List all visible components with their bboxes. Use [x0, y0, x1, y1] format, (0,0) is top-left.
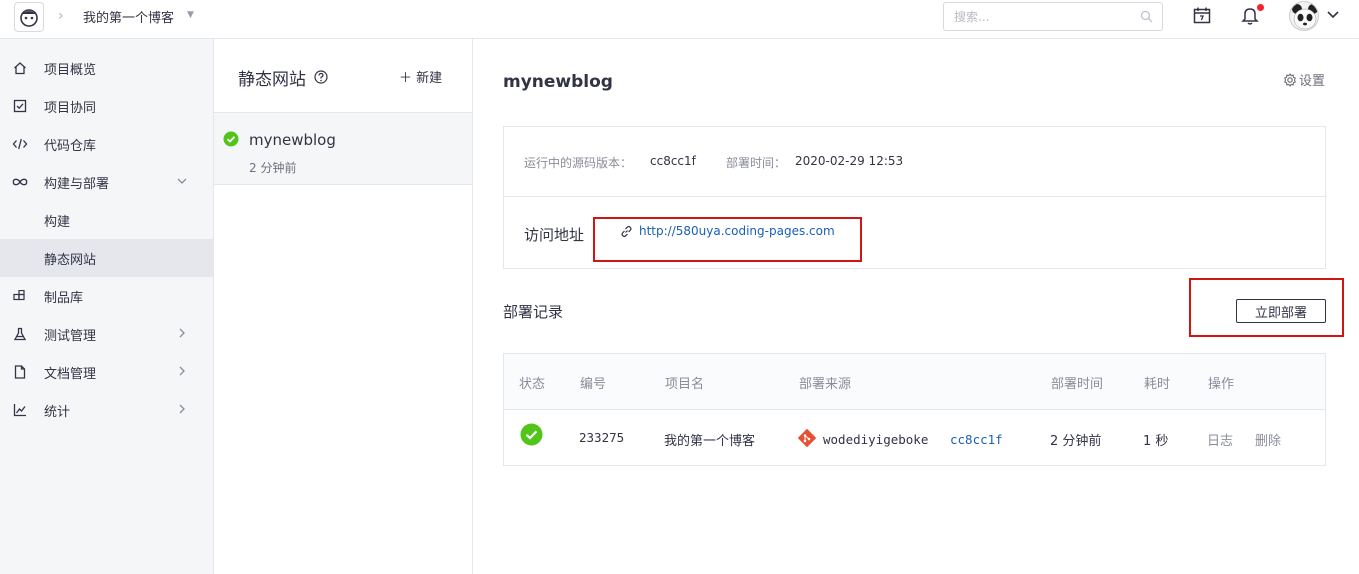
col-source: 部署来源 [799, 377, 852, 392]
deploy-records-table: 状态 编号 项目名 部署来源 部署时间 耗时 操作 233275 我的第一个博客… [503, 353, 1326, 466]
logo-icon [20, 9, 38, 27]
infinity-icon [12, 174, 28, 190]
source-version-label: 运行中的源码版本： [524, 156, 633, 170]
chart-icon [12, 402, 28, 418]
sidebar-item-label: 静态网站 [44, 253, 97, 268]
sidebar-item-label: 项目概览 [44, 63, 97, 78]
source-version-value: cc8cc1f [650, 154, 696, 168]
notification-dot [1257, 4, 1264, 11]
site-detail: mynewblog 设置 运行中的源码版本： cc8cc1f 部署时间： 202… [473, 39, 1359, 574]
deploy-relative-time: 2 分钟前 [1050, 434, 1102, 449]
sidebar-item-label: 构建与部署 [44, 177, 110, 192]
source-repo: wodediyigeboke [823, 432, 929, 447]
chevron-right-icon [179, 328, 185, 338]
view-log-link[interactable]: 日志 [1207, 430, 1233, 449]
col-id: 编号 [580, 377, 607, 392]
sidebar-item-label: 构建 [44, 215, 71, 230]
sidebar-item-label: 测试管理 [44, 329, 97, 344]
search-input[interactable] [954, 3, 1134, 30]
deploy-project-name: 我的第一个博客 [664, 434, 756, 449]
calendar-icon[interactable] [1193, 7, 1211, 24]
sidebar-item-testing[interactable]: 测试管理 [0, 315, 213, 353]
top-bar: › 我的第一个博客 ▼ [0, 0, 1359, 39]
new-site-label: 新建 [416, 71, 443, 86]
site-name: mynewblog [249, 131, 336, 149]
chevron-down-icon [177, 178, 187, 184]
success-check-icon [223, 131, 239, 147]
sidebar-item-label: 项目协同 [44, 101, 97, 116]
deploy-duration: 1 秒 [1143, 434, 1169, 449]
list-item[interactable]: mynewblog 2 分钟前 [214, 112, 472, 185]
table-header: 状态 编号 项目名 部署来源 部署时间 耗时 操作 [504, 354, 1325, 410]
breadcrumb-chevron-icon: › [58, 8, 64, 24]
highlight-box-url [593, 217, 862, 262]
panda-avatar-icon [1292, 4, 1318, 30]
help-icon[interactable] [314, 70, 328, 84]
checkbox-icon [12, 98, 28, 114]
visit-address-label: 访问地址 [524, 226, 585, 244]
page-title: mynewblog [503, 72, 613, 92]
chevron-down-icon[interactable] [1326, 10, 1340, 20]
sidebar-item-overview[interactable]: 项目概览 [0, 49, 213, 87]
git-icon [797, 428, 817, 448]
deploy-records-title: 部署记录 [503, 303, 564, 321]
sidebar-item-docs[interactable]: 文档管理 [0, 353, 213, 391]
sidebar-item-artifacts[interactable]: 制品库 [0, 277, 213, 315]
sidebar-item-label: 制品库 [44, 291, 84, 306]
plus-icon: ＋ [399, 71, 413, 86]
delete-link[interactable]: 删除 [1255, 430, 1281, 449]
site-updated-time: 2 分钟前 [249, 161, 297, 175]
chevron-right-icon [179, 366, 185, 376]
chevron-right-icon [179, 404, 185, 414]
col-status: 状态 [519, 377, 546, 392]
sidebar-item-code[interactable]: 代码仓库 [0, 125, 213, 163]
project-switcher[interactable]: 我的第一个博客 [83, 7, 174, 26]
coding-logo[interactable] [14, 2, 44, 32]
sidebar-item-build-deploy[interactable]: 构建与部署 [0, 163, 213, 201]
sidebar-item-label: 代码仓库 [44, 139, 97, 154]
sidebar-item-label: 文档管理 [44, 367, 97, 382]
avatar[interactable] [1289, 1, 1319, 31]
deploy-id: 233275 [579, 430, 625, 445]
package-icon [12, 288, 28, 304]
deploy-time-value: 2020-02-29 12:53 [795, 154, 904, 168]
col-project: 项目名 [665, 377, 705, 392]
settings-label: 设置 [1299, 74, 1326, 89]
caret-down-icon[interactable]: ▼ [187, 10, 194, 20]
col-actions: 操作 [1208, 377, 1235, 392]
settings-button[interactable]: 设置 [1283, 70, 1325, 89]
col-deploy-time: 部署时间 [1051, 377, 1104, 392]
search-box[interactable] [943, 2, 1163, 31]
sidebar-item-statistics[interactable]: 统计 [0, 391, 213, 429]
sidebar-item-label: 统计 [44, 405, 71, 420]
static-site-list: 静态网站 ＋ 新建 mynewblog 2 分钟前 [214, 39, 473, 574]
code-icon [12, 136, 28, 152]
flask-icon [12, 326, 28, 342]
sidebar-item-collaboration[interactable]: 项目协同 [0, 87, 213, 125]
sidebar-item-build[interactable]: 构建 [0, 201, 213, 239]
deploy-time-label: 部署时间： [726, 156, 787, 170]
sidebar-item-static-site[interactable]: 静态网站 [0, 239, 213, 277]
success-check-icon [520, 423, 543, 446]
new-site-button[interactable]: ＋ 新建 [399, 67, 442, 86]
col-duration: 耗时 [1144, 377, 1171, 392]
sidebar: 项目概览 项目协同 代码仓库 构建与部署 构建 静态网站 制品库 测试管理 文档… [0, 39, 214, 574]
list-title: 静态网站 [238, 70, 306, 90]
source-commit-link[interactable]: cc8cc1f [950, 432, 1003, 447]
document-icon [12, 364, 28, 380]
deploy-now-button[interactable]: 立即部署 [1236, 299, 1326, 323]
search-icon[interactable] [1140, 10, 1153, 23]
home-icon [12, 60, 28, 76]
gear-icon [1283, 72, 1297, 87]
version-row: 运行中的源码版本： cc8cc1f 部署时间： 2020-02-29 12:53 [504, 127, 1325, 197]
